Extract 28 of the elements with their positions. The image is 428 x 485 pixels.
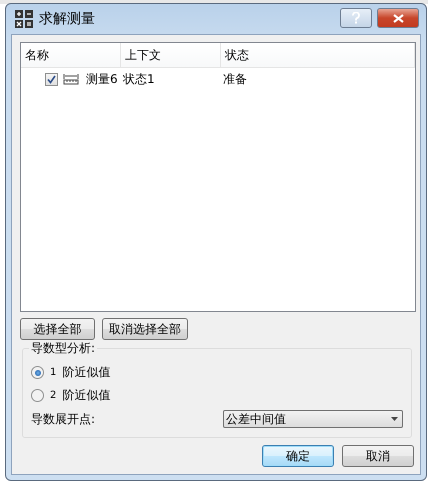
list-button[interactable]: 选择全部: [20, 318, 95, 340]
column-header[interactable]: 状态: [221, 43, 415, 67]
dropdown-arrow-icon: [391, 417, 398, 421]
option-label: 阶近似值: [62, 364, 110, 381]
close-icon: [392, 14, 404, 22]
close-button[interactable]: [377, 8, 419, 28]
help-button[interactable]: [340, 8, 372, 28]
ruler-icon: [63, 73, 79, 85]
dialog-button[interactable]: 确定: [262, 445, 334, 467]
window-title: 求解测量: [39, 10, 95, 28]
table-cell-text: 状态1: [122, 70, 156, 88]
radio-button[interactable]: [31, 366, 44, 379]
table-cell-text: 测量6: [85, 70, 118, 88]
group-title: 导数型分析:: [29, 340, 98, 357]
checkbox[interactable]: [45, 72, 58, 86]
column-header[interactable]: 名称: [21, 43, 121, 67]
help-icon: [352, 12, 360, 24]
table-cell-text: 准备: [222, 70, 248, 88]
radio-button[interactable]: [31, 389, 44, 402]
expansion-label: 导数展开点:: [31, 410, 96, 428]
calculator-icon: [15, 10, 33, 28]
list-button[interactable]: 取消选择全部: [102, 318, 188, 340]
column-header[interactable]: 上下文: [121, 43, 221, 67]
dialog-button[interactable]: 取消: [342, 445, 414, 467]
expansion-dropdown[interactable]: 公差中间值: [223, 410, 403, 428]
option-number: 2: [50, 390, 56, 401]
option-label: 阶近似值: [62, 387, 110, 404]
option-number: 1: [50, 367, 56, 378]
